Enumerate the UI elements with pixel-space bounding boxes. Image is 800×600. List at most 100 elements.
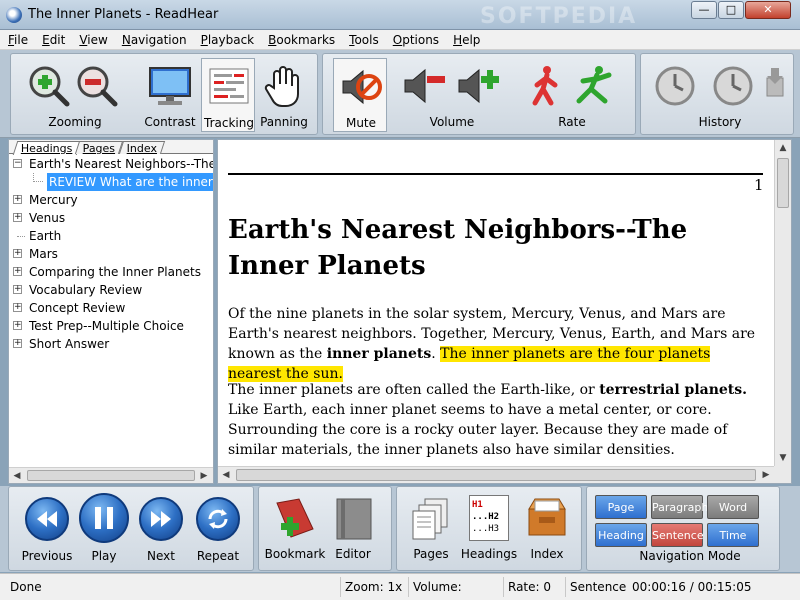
menu-tools[interactable]: Tools bbox=[349, 33, 379, 47]
scroll-up-icon[interactable]: ▲ bbox=[776, 141, 790, 155]
title-bar: The Inner Planets - ReadHear SOFTPEDIA —… bbox=[0, 0, 800, 30]
next-button[interactable] bbox=[139, 497, 183, 541]
history-label: History bbox=[698, 115, 742, 129]
mute-button[interactable]: Mute bbox=[333, 58, 387, 132]
page-rule bbox=[228, 173, 763, 175]
expand-icon[interactable]: + bbox=[13, 195, 22, 204]
history-toolbar-group: History bbox=[640, 53, 794, 135]
expand-icon[interactable]: + bbox=[13, 267, 22, 276]
document-vertical-scrollbar[interactable]: ▲ ▼ bbox=[774, 140, 791, 467]
menu-bar: File Edit View Navigation Playback Bookm… bbox=[0, 30, 800, 50]
expand-icon[interactable]: + bbox=[13, 303, 22, 312]
collapse-icon[interactable]: − bbox=[13, 159, 22, 168]
panning-label: Panning bbox=[260, 115, 308, 129]
scroll-thumb[interactable] bbox=[236, 469, 756, 481]
expand-icon[interactable]: + bbox=[13, 285, 22, 294]
scroll-thumb[interactable] bbox=[777, 158, 789, 208]
document-horizontal-scrollbar[interactable]: ◀ ▶ bbox=[218, 466, 775, 483]
nav-mode-time[interactable]: Time bbox=[707, 523, 759, 547]
nav-mode-word[interactable]: Word bbox=[707, 495, 759, 519]
headings-button[interactable]: H1 ...H2 ...H3 bbox=[469, 495, 509, 541]
tree-connector bbox=[17, 236, 25, 237]
h3-text: ...H3 bbox=[472, 524, 500, 534]
minimize-button[interactable]: — bbox=[691, 1, 717, 19]
menu-view[interactable]: View bbox=[79, 33, 107, 47]
menu-bookmarks[interactable]: Bookmarks bbox=[268, 33, 335, 47]
maximize-button[interactable]: □ bbox=[718, 1, 744, 19]
scroll-left-icon[interactable]: ◀ bbox=[219, 468, 233, 482]
bookmark-button[interactable] bbox=[271, 495, 319, 543]
tracking-button[interactable]: Tracking bbox=[201, 58, 255, 132]
previous-button[interactable] bbox=[25, 497, 69, 541]
mute-label: Mute bbox=[345, 116, 377, 130]
scroll-thumb[interactable] bbox=[27, 470, 195, 481]
status-rate: Rate: 0 bbox=[503, 577, 563, 597]
tab-headings[interactable]: Headings bbox=[12, 141, 81, 155]
app-icon bbox=[6, 7, 22, 23]
scroll-down-icon[interactable]: ▼ bbox=[776, 451, 790, 465]
tab-pages[interactable]: Pages bbox=[74, 141, 124, 155]
zoom-icon bbox=[29, 66, 118, 107]
tracking-icon bbox=[209, 68, 249, 104]
hand-icon bbox=[264, 66, 299, 107]
menu-playback[interactable]: Playback bbox=[201, 33, 255, 47]
tab-index[interactable]: Index bbox=[118, 141, 166, 155]
nav-mode-heading[interactable]: Heading bbox=[595, 523, 647, 547]
rate-buttons[interactable]: Rate bbox=[519, 58, 623, 132]
status-bar: Done Zoom: 1x Volume: Muted Rate: 0 Sent… bbox=[0, 573, 800, 600]
volume-buttons[interactable]: Volume bbox=[399, 58, 503, 132]
contrast-button[interactable]: Contrast bbox=[143, 58, 197, 132]
pages-button[interactable] bbox=[411, 497, 451, 541]
menu-navigation[interactable]: Navigation bbox=[122, 33, 187, 47]
expand-icon[interactable]: + bbox=[13, 213, 22, 222]
expand-icon[interactable]: + bbox=[13, 339, 22, 348]
zooming-label: Zooming bbox=[48, 115, 102, 129]
paragraph-1: Of the nine planets in the solar system,… bbox=[228, 306, 756, 382]
expand-icon[interactable]: + bbox=[13, 249, 22, 258]
rewind-icon bbox=[37, 511, 57, 527]
scroll-right-icon[interactable]: ▶ bbox=[197, 469, 211, 483]
editor-button[interactable] bbox=[333, 495, 375, 543]
scroll-corner bbox=[774, 466, 791, 483]
panel-tabs: Headings Pages Index bbox=[9, 140, 213, 155]
paragraph-2: The inner planets are often called the E… bbox=[228, 382, 748, 458]
menu-help[interactable]: Help bbox=[453, 33, 480, 47]
nav-mode-paragraph[interactable]: Paragraph bbox=[651, 495, 708, 519]
tree-horizontal-scrollbar[interactable]: ◀ ▶ bbox=[9, 467, 213, 483]
audio-toolbar-group: Mute Volume Rate bbox=[322, 53, 636, 135]
status-state: Done bbox=[10, 580, 42, 594]
history-buttons[interactable]: History bbox=[651, 58, 791, 132]
document-heading: Earth's Nearest Neighbors--The Inner Pla… bbox=[228, 215, 688, 281]
nav-mode-page[interactable]: Page bbox=[595, 495, 647, 519]
index-button[interactable] bbox=[525, 495, 569, 541]
play-button[interactable] bbox=[79, 493, 129, 543]
menu-file[interactable]: File bbox=[8, 33, 28, 47]
document-view[interactable]: 1 Earth's Nearest Neighbors--The Inner P… bbox=[218, 140, 775, 467]
index-label: Index bbox=[530, 547, 564, 561]
bookmark-icon bbox=[276, 498, 314, 538]
repeat-button[interactable] bbox=[196, 497, 240, 541]
toolbar: Zooming Contrast Tracking Panning Mute V… bbox=[0, 50, 800, 138]
repeat-label: Repeat bbox=[196, 549, 240, 563]
status-zoom: Zoom: 1x bbox=[340, 577, 406, 597]
pause-icon bbox=[95, 507, 113, 529]
menu-edit[interactable]: Edit bbox=[42, 33, 65, 47]
mute-icon bbox=[342, 69, 382, 105]
status-time: 00:00:16 / 00:15:05 bbox=[632, 580, 752, 594]
window-title: The Inner Planets - ReadHear bbox=[28, 7, 219, 22]
nav-mode-sentence[interactable]: Sentence bbox=[651, 523, 704, 547]
scroll-left-icon[interactable]: ◀ bbox=[10, 469, 24, 483]
pages-icon bbox=[412, 498, 448, 540]
menu-options[interactable]: Options bbox=[393, 33, 439, 47]
contrast-label: Contrast bbox=[144, 115, 196, 129]
panning-button[interactable]: Panning bbox=[257, 58, 311, 132]
status-volume: Volume: Muted bbox=[408, 577, 502, 597]
close-button[interactable]: ✕ bbox=[745, 1, 791, 19]
zooming-button[interactable]: Zooming bbox=[25, 58, 125, 132]
scroll-right-icon[interactable]: ▶ bbox=[759, 468, 773, 482]
navigation-mode-label: Navigation Mode bbox=[639, 549, 741, 563]
editor-label: Editor bbox=[335, 547, 371, 561]
expand-icon[interactable]: + bbox=[13, 321, 22, 330]
book-icon bbox=[336, 498, 372, 540]
h2-text: ...H2 bbox=[472, 512, 500, 522]
